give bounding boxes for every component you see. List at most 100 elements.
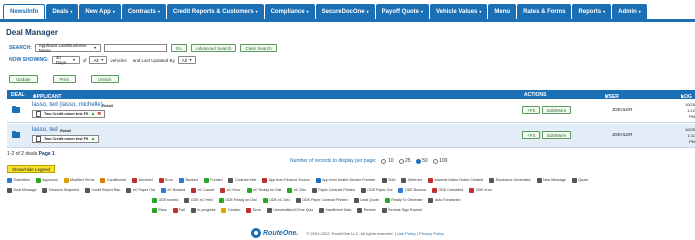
table-row[interactable]: lasso, ted (lasso, michelle) Retail Two Cr… bbox=[7, 99, 695, 123]
use-policy-link[interactable]: Use Policy bbox=[397, 231, 416, 236]
legend-item: eC Booked bbox=[160, 187, 185, 193]
vehicles-text: vehicles bbox=[110, 57, 127, 63]
nav-tab-payoff-quote[interactable]: Payoff Quote ▾ bbox=[375, 4, 430, 19]
credit-status-box[interactable]: Two Credit union test FS ▲ ✖ bbox=[32, 110, 106, 118]
print-button[interactable]: Print bbox=[52, 75, 76, 83]
approved-arrow-icon: ▲ bbox=[90, 136, 96, 142]
chevron-down-icon: ▾ bbox=[421, 9, 424, 14]
declined-icon: ✖ bbox=[97, 111, 102, 116]
log-date-cell: 10/25 1:12 PM bbox=[684, 102, 695, 119]
legend-quote-icon bbox=[571, 177, 577, 183]
legend-ode-ec-held-icon bbox=[184, 197, 190, 203]
show-hide-legend-button[interactable]: Show/Hide Legend bbox=[7, 165, 56, 173]
radio-icon[interactable] bbox=[432, 158, 438, 164]
legend-deferred-icon bbox=[401, 177, 407, 183]
nav-tab-menu[interactable]: Menu bbox=[488, 4, 517, 19]
legend-ec-error-icon bbox=[220, 187, 226, 193]
privacy-policy-link[interactable]: Privacy Policy bbox=[419, 231, 444, 236]
legend-item: Review bbox=[357, 207, 376, 213]
legend-row: Deal Message Decision Snapshot Credit Repo… bbox=[7, 185, 695, 195]
folder-icon[interactable] bbox=[12, 130, 20, 138]
legend-row: ODE funded ODE eC Held ODE Ready for Dist O… bbox=[7, 195, 695, 205]
legend-item: Unsubmitted iDOne Quiz bbox=[266, 207, 313, 213]
legend-ode-cancelled-icon bbox=[431, 187, 437, 193]
nav-tab-vehicle-values[interactable]: Vehicle Values ▾ bbox=[430, 4, 488, 19]
per-page-option-10[interactable]: 10 bbox=[381, 158, 394, 164]
legend-item: Paper Contract Printed bbox=[311, 187, 355, 193]
search-field-select[interactable]: Applicant Last/Business Name ▼ bbox=[34, 43, 101, 53]
nav-tab-rates-forms[interactable]: Rates & Forms bbox=[517, 4, 572, 19]
nav-tab-reports[interactable]: Reports ▾ bbox=[572, 4, 612, 19]
legend-item: Sold bbox=[381, 177, 395, 183]
legend-deal-message-icon bbox=[7, 187, 12, 193]
legend-item: Pass bbox=[152, 207, 167, 213]
edit-more-button[interactable]: Edit/More bbox=[542, 106, 572, 114]
nav-tab-credit-reports-customers[interactable]: Credit Reports & Customers ▾ bbox=[166, 4, 264, 19]
add-fs-button[interactable]: +FS bbox=[522, 106, 541, 114]
of-text: of bbox=[82, 57, 87, 63]
chevron-down-icon: ▾ bbox=[255, 9, 258, 14]
period-select[interactable]: 30 Days ▼ bbox=[51, 55, 80, 65]
legend-approved-icon bbox=[35, 177, 41, 183]
now-showing-label: NOW SHOWING: bbox=[9, 57, 49, 63]
legend-item: Conditioned bbox=[100, 177, 126, 183]
logo-mark-icon bbox=[250, 228, 261, 238]
legend-disclosure-generated-icon bbox=[489, 177, 495, 183]
legend-modified-terms-icon bbox=[63, 177, 69, 183]
legend-ode-ready-for-dist-icon bbox=[218, 197, 224, 203]
nav-tab-new-app[interactable]: New App ▾ bbox=[79, 4, 121, 19]
document-icon bbox=[36, 136, 41, 142]
per-page-option-25[interactable]: 25 bbox=[398, 158, 411, 164]
per-page-option-50[interactable]: 50 bbox=[415, 158, 428, 164]
legend-adverse-action-notice-created-icon bbox=[427, 177, 433, 183]
applicant-link[interactable]: lasso, ted (lasso, michelle) bbox=[32, 102, 103, 108]
nav-tab-news-info[interactable]: News/Info bbox=[3, 4, 46, 19]
page-title: Deal Manager bbox=[6, 28, 59, 37]
legend-insufficient-data-icon bbox=[319, 207, 325, 213]
legend-ode-booked-icon bbox=[398, 187, 404, 193]
legend-item: Deferred bbox=[401, 177, 422, 183]
clear-search-button[interactable]: Clear Search bbox=[240, 44, 277, 52]
legend-item: In-progress bbox=[190, 207, 215, 213]
update-button[interactable]: Update bbox=[9, 75, 38, 83]
scope-select[interactable]: All ▼ bbox=[89, 56, 108, 64]
radio-icon[interactable] bbox=[398, 158, 404, 164]
nav-tab-compliance[interactable]: Compliance ▾ bbox=[264, 4, 315, 19]
credit-status-box[interactable]: Two Credit union test FS ▲ bbox=[32, 135, 100, 143]
go-button[interactable]: Go bbox=[170, 44, 187, 52]
legend-item: Submitted bbox=[7, 177, 30, 183]
deal-type-badge: Retail bbox=[60, 128, 71, 133]
nav-tab-securedocone[interactable]: SecureDocOne ▾ bbox=[315, 4, 375, 19]
radio-icon[interactable] bbox=[415, 158, 421, 164]
legend-sold-icon bbox=[381, 177, 387, 183]
document-icon bbox=[36, 111, 41, 117]
col-deal[interactable]: DEAL bbox=[11, 92, 25, 98]
applicant-link[interactable]: lasso, ted bbox=[32, 127, 58, 133]
folder-icon[interactable] bbox=[12, 105, 20, 113]
advanced-search-button[interactable]: Advanced Search bbox=[190, 44, 237, 52]
updated-by-select[interactable]: All ▼ bbox=[177, 56, 196, 64]
updated-by-text: and Last Updated By bbox=[132, 57, 175, 63]
nav-tab-deals[interactable]: Deals ▾ bbox=[46, 4, 79, 19]
radio-icon[interactable] bbox=[381, 158, 387, 164]
legend-item: Credit Report Ran bbox=[84, 187, 120, 193]
legend-lead-quote-icon bbox=[353, 197, 359, 203]
search-input[interactable] bbox=[103, 44, 167, 52]
table-row[interactable]: lasso, ted Retail Two Credit union test F… bbox=[7, 124, 695, 148]
nav-tab-contracts[interactable]: Contracts ▾ bbox=[121, 4, 166, 19]
nav-tab-admin[interactable]: Admin ▾ bbox=[612, 4, 647, 19]
legend-contract-intel-icon bbox=[228, 177, 234, 183]
legend-item: Funded bbox=[203, 177, 222, 183]
unlock-button[interactable]: Unlock bbox=[90, 75, 119, 83]
chevron-down-icon: ▼ bbox=[100, 58, 104, 62]
legend-ec-ready-for-dist-icon bbox=[246, 187, 252, 193]
chevron-down-icon: ▾ bbox=[70, 9, 73, 14]
legend-item: Lead Quote bbox=[353, 197, 379, 203]
per-page-option-100[interactable]: 100 bbox=[432, 158, 447, 164]
search-label: SEARCH: bbox=[9, 45, 32, 51]
legend-auto-forwarded-icon bbox=[428, 197, 434, 203]
legend-in-progress-icon bbox=[190, 207, 196, 213]
edit-more-button[interactable]: Edit/More bbox=[542, 131, 572, 139]
legend-item: ODE error bbox=[469, 187, 492, 193]
add-fs-button[interactable]: +FS bbox=[522, 131, 541, 139]
